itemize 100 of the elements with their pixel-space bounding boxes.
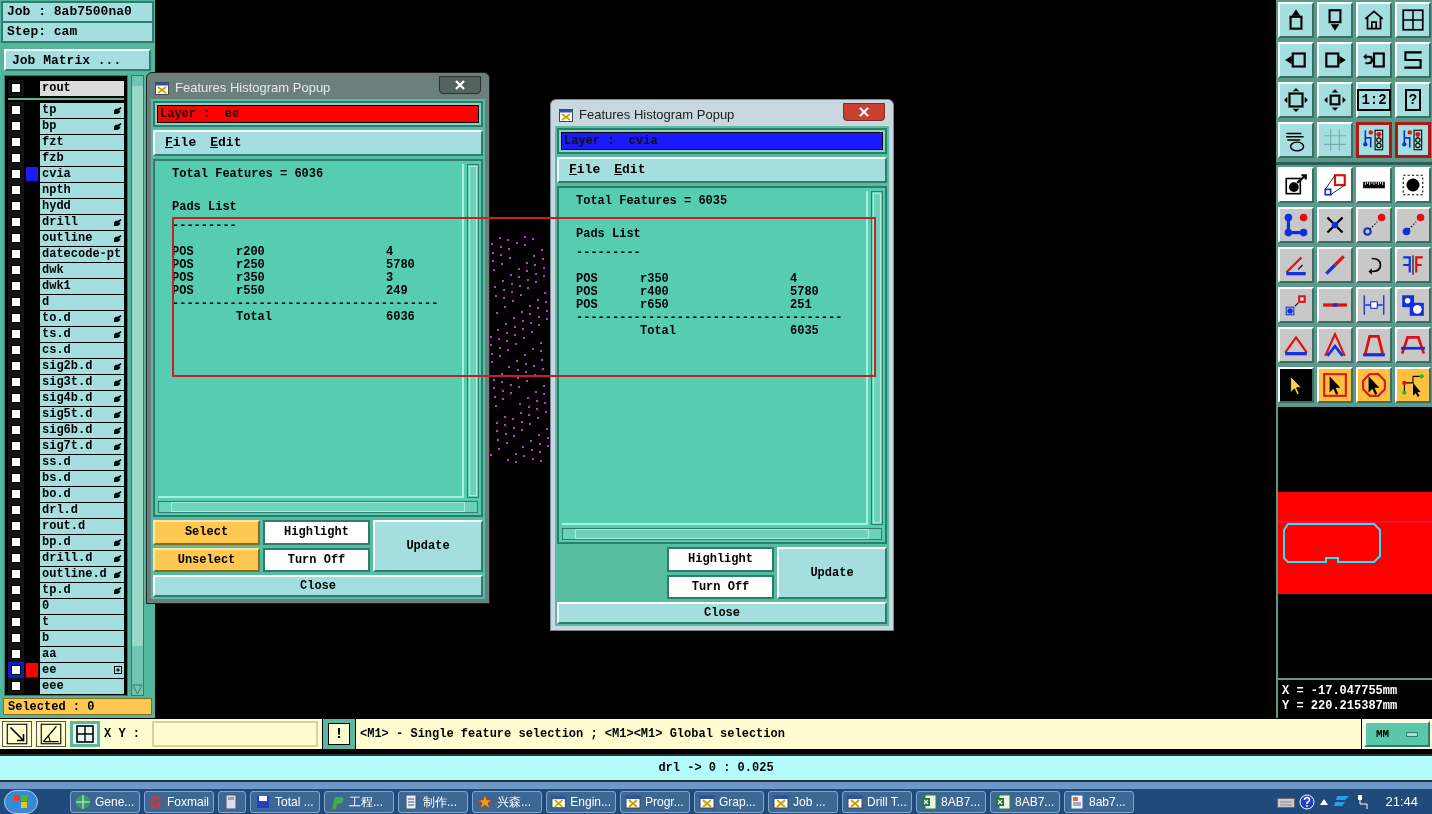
hand-icon: [113, 489, 122, 499]
view-button[interactable]: Highlight: [667, 547, 774, 572]
layer-name[interactable]: drl.d: [40, 502, 124, 518]
select-button[interactable]: Unselect: [153, 547, 260, 572]
layer-name[interactable]: outline: [40, 230, 124, 246]
layer-name[interactable]: 0: [40, 598, 124, 614]
overlap-shapes-icon: [1400, 292, 1426, 318]
layer-name[interactable]: bp.d: [40, 534, 124, 550]
layer-name[interactable]: tp: [40, 102, 124, 118]
layer-name[interactable]: aa: [40, 646, 124, 662]
layer-name[interactable]: sig3t.d: [40, 374, 124, 390]
tool-button[interactable]: [1395, 122, 1431, 158]
menu-item[interactable]: Edit: [614, 160, 646, 180]
taskbar-item[interactable]: 8AB7...: [916, 790, 986, 813]
command-tool-button[interactable]: [36, 721, 66, 747]
app-icon: [559, 108, 573, 122]
close-button[interactable]: [843, 103, 885, 121]
pointer-frame-icon: [1322, 372, 1348, 398]
update-button[interactable]: Update: [777, 547, 887, 599]
close-button[interactable]: [439, 76, 481, 94]
layer-name[interactable]: bp: [40, 118, 124, 134]
view-button[interactable]: Turn Off: [667, 574, 774, 599]
taskbar-item[interactable]: Engin...: [546, 790, 616, 813]
vertical-scrollbar[interactable]: [871, 191, 883, 525]
layer-name[interactable]: rout.d: [40, 518, 124, 534]
hand-icon: [113, 585, 122, 595]
layer-name[interactable]: outline.d: [40, 566, 124, 582]
report-rule: -------------------------------------: [172, 298, 439, 311]
taskbar-item[interactable]: Job ...: [768, 790, 838, 813]
taskbar-item[interactable]: Foxmail: [144, 790, 214, 813]
copy-shape-icon: [1322, 172, 1348, 198]
hand-icon: [113, 361, 122, 371]
layer-name[interactable]: tp.d: [40, 582, 124, 598]
select-button[interactable]: Select: [153, 520, 260, 545]
layer-name[interactable]: bs.d: [40, 470, 124, 486]
layer-name[interactable]: sig6b.d: [40, 422, 124, 438]
taskbar-item[interactable]: [218, 790, 246, 813]
view-button[interactable]: Turn Off: [263, 547, 370, 572]
layer-name[interactable]: dwk: [40, 262, 124, 278]
layer-name[interactable]: d: [40, 294, 124, 310]
taskbar-item[interactable]: Progr...: [620, 790, 690, 813]
start-button[interactable]: [4, 789, 38, 814]
horizontal-scrollbar[interactable]: [158, 501, 478, 513]
horizontal-scrollbar[interactable]: [562, 528, 882, 540]
layer-name[interactable]: ts.d: [40, 326, 124, 342]
menu-item[interactable]: File: [165, 133, 197, 153]
layer-name[interactable]: npth: [40, 182, 124, 198]
layer-name[interactable]: sig2b.d: [40, 358, 124, 374]
scrollbar[interactable]: [131, 75, 144, 696]
layer-name[interactable]: drill.d: [40, 550, 124, 566]
close-button[interactable]: Close: [557, 602, 887, 624]
job-matrix-button[interactable]: Job Matrix ...: [4, 49, 151, 71]
view-button[interactable]: Highlight: [263, 520, 370, 545]
alert-button[interactable]: !: [328, 723, 350, 745]
layer-name[interactable]: cvia: [40, 166, 124, 182]
layer-name[interactable]: t: [40, 614, 124, 630]
taskbar-item[interactable]: Drill T...: [842, 790, 912, 813]
tool-button[interactable]: 1:2: [1356, 82, 1392, 118]
layer-name[interactable]: ss.d: [40, 454, 124, 470]
layer-name[interactable]: ee: [40, 662, 124, 678]
hand-icon: [113, 441, 122, 451]
layer-name[interactable]: cs.d: [40, 342, 124, 358]
layer-name[interactable]: sig5t.d: [40, 406, 124, 422]
layer-name[interactable]: b: [40, 630, 124, 646]
layer-name[interactable]: dwk1: [40, 278, 124, 294]
layer-name[interactable]: bo.d: [40, 486, 124, 502]
tool-button[interactable]: [1356, 122, 1392, 158]
taskbar-item[interactable]: 兴森...: [472, 790, 542, 813]
close-button[interactable]: Close: [153, 575, 483, 597]
layer-name[interactable]: rout: [40, 80, 124, 96]
layer-name[interactable]: sig7t.d: [40, 438, 124, 454]
taskbar-item[interactable]: Gene...: [70, 790, 140, 813]
layer-label: Layer : ee: [157, 105, 479, 123]
layer-name[interactable]: to.d: [40, 310, 124, 326]
menu-item[interactable]: File: [569, 160, 601, 180]
menu-item[interactable]: Edit: [210, 133, 242, 153]
up-arrow-icon[interactable]: [1319, 797, 1330, 806]
command-tool-button[interactable]: [2, 721, 32, 747]
taskbar-item[interactable]: 工程...: [324, 790, 394, 813]
layer-name[interactable]: hydd: [40, 198, 124, 214]
report-rule: ---------: [576, 247, 641, 260]
taskbar-item[interactable]: Total ...: [250, 790, 320, 813]
zoom-center-icon: [1322, 87, 1348, 113]
layer-name[interactable]: datecode-pt: [40, 246, 124, 262]
layer-name[interactable]: fzb: [40, 150, 124, 166]
layer-name[interactable]: drill: [40, 214, 124, 230]
command-tool-button[interactable]: [70, 721, 100, 747]
update-button[interactable]: Update: [373, 520, 483, 572]
taskbar-item[interactable]: 制作...: [398, 790, 468, 813]
taskbar-item[interactable]: Grap...: [694, 790, 764, 813]
taskbar-item[interactable]: 8AB7...: [990, 790, 1060, 813]
tool-button[interactable]: ?: [1395, 82, 1431, 118]
units-dropdown[interactable]: MM: [1364, 721, 1430, 747]
table-cell: 5780: [386, 259, 415, 272]
vertical-scrollbar[interactable]: [467, 164, 479, 498]
coordinate-input[interactable]: [152, 721, 318, 747]
taskbar-item[interactable]: 8ab7...: [1064, 790, 1134, 813]
layer-name[interactable]: eee: [40, 678, 124, 694]
layer-name[interactable]: sig4b.d: [40, 390, 124, 406]
layer-name[interactable]: fzt: [40, 134, 124, 150]
